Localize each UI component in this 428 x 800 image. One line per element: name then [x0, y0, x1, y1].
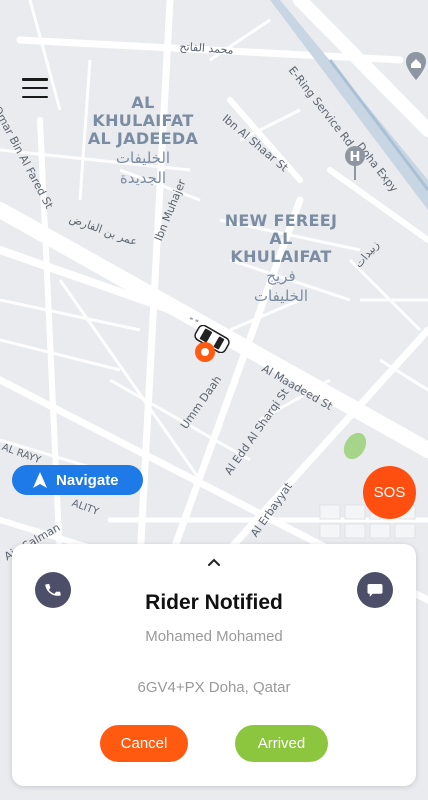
area-name-line2: AL JADEEDA — [87, 129, 199, 148]
area-label-al-khulaifat-al-jadeeda: AL KHULAIFAT AL JADEEDA الخليفات الجديدة — [78, 94, 208, 188]
menu-button[interactable] — [22, 78, 48, 98]
area-name-line1: AL KHULAIFAT — [92, 93, 194, 130]
area-name-arabic-line1: فريج — [266, 267, 296, 285]
pickup-address: 6GV4+PX Doha, Qatar — [137, 679, 291, 696]
location-pin-icon — [195, 342, 215, 362]
menu-icon — [22, 78, 48, 81]
navigate-button[interactable]: Navigate — [12, 465, 143, 495]
area-name-arabic-line2: الخليفات — [253, 287, 309, 305]
cancel-label: Cancel — [120, 735, 168, 752]
sos-button[interactable]: SOS — [363, 466, 416, 519]
area-name-line1: NEW FEREEJ — [224, 211, 338, 230]
ride-status-sheet: Rider Notified Mohamed Mohamed 6GV4+PX D… — [12, 544, 416, 786]
menu-icon-bar — [22, 86, 48, 90]
arrived-label: Arrived — [257, 735, 306, 752]
cancel-button[interactable]: Cancel — [100, 725, 188, 762]
sos-label: SOS — [373, 484, 406, 501]
navigation-arrow-icon — [33, 472, 47, 488]
area-label-new-fereej-al-khulaifat: NEW FEREEJ AL KHULAIFAT فريج الخليفات — [216, 212, 346, 306]
area-name-arabic-line2: الجديدة — [119, 169, 167, 187]
hospital-letter: H — [350, 150, 361, 165]
navigate-label: Navigate — [56, 471, 119, 489]
status-title: Rider Notified — [145, 591, 283, 614]
rider-name: Mohamed Mohamed — [145, 628, 283, 645]
place-marker-icon[interactable] — [406, 52, 426, 82]
chevron-up-icon[interactable] — [206, 557, 222, 567]
area-name-arabic-line1: الخليفات — [115, 149, 171, 167]
area-name-line2: AL KHULAIFAT — [230, 229, 332, 266]
hospital-icon[interactable]: H — [345, 146, 365, 180]
arrived-button[interactable]: Arrived — [235, 725, 328, 762]
menu-icon-bar — [22, 95, 48, 98]
